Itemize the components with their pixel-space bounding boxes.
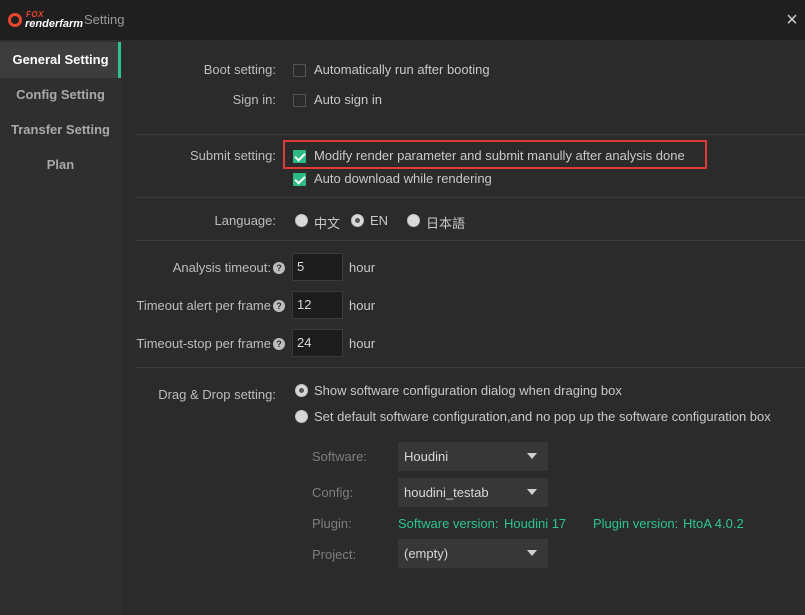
analysis-timeout-label: Analysis timeout: bbox=[172, 260, 271, 275]
section-divider bbox=[136, 367, 805, 368]
language-option-en: EN bbox=[370, 213, 389, 228]
auto-sign-in-text: Auto sign in bbox=[314, 92, 382, 107]
language-radio-en[interactable] bbox=[351, 214, 364, 227]
drag-drop-label: Drag & Drop setting: bbox=[158, 387, 276, 402]
drag-drop-option-default: Set default software configuration,and n… bbox=[314, 409, 771, 424]
chevron-down-icon bbox=[527, 550, 537, 556]
language-radio-ja[interactable] bbox=[407, 214, 420, 227]
auto-sign-in-checkbox[interactable] bbox=[293, 94, 306, 107]
help-icon[interactable]: ? bbox=[273, 338, 285, 350]
software-version-label: Software version: bbox=[398, 516, 499, 531]
config-label: Config: bbox=[312, 485, 354, 500]
logo-renderfarm-text: renderfarm bbox=[25, 18, 84, 30]
help-icon[interactable]: ? bbox=[273, 300, 285, 312]
plugin-version-label: Plugin version: bbox=[593, 516, 679, 531]
app-logo: FOX renderfarm bbox=[8, 10, 84, 32]
sidebar-item-config-setting[interactable]: Config Setting bbox=[0, 77, 121, 113]
chevron-down-icon bbox=[527, 453, 537, 459]
sign-in-label: Sign in: bbox=[232, 92, 276, 107]
modify-render-text: Modify render parameter and submit manul… bbox=[314, 148, 685, 163]
analysis-timeout-unit: hour bbox=[349, 260, 376, 275]
software-label: Software: bbox=[312, 449, 367, 464]
project-label: Project: bbox=[312, 547, 357, 562]
plugin-version-value: HtoA 4.0.2 bbox=[683, 516, 744, 531]
section-divider bbox=[136, 134, 805, 135]
software-select-value: Houdini bbox=[404, 449, 449, 464]
sidebar-item-general-setting[interactable]: General Setting bbox=[0, 42, 121, 78]
chevron-down-icon bbox=[527, 489, 537, 495]
timeout-alert-label: Timeout alert per frame bbox=[136, 298, 271, 313]
auto-download-checkbox[interactable] bbox=[293, 173, 306, 186]
sidebar-item-plan[interactable]: Plan bbox=[0, 147, 121, 183]
config-select[interactable]: houdini_testab bbox=[398, 478, 548, 507]
section-divider bbox=[136, 240, 805, 241]
section-divider bbox=[136, 197, 805, 198]
drag-drop-option-show: Show software configuration dialog when … bbox=[314, 383, 622, 398]
drag-drop-radio-show[interactable] bbox=[295, 384, 308, 397]
config-select-value: houdini_testab bbox=[404, 485, 489, 500]
language-radio-zh[interactable] bbox=[295, 214, 308, 227]
drag-drop-radio-default[interactable] bbox=[295, 410, 308, 423]
auto-download-text: Auto download while rendering bbox=[314, 171, 492, 186]
logo-ring-icon bbox=[8, 13, 22, 27]
sidebar-item-transfer-setting[interactable]: Transfer Setting bbox=[0, 112, 121, 148]
software-version-value: Houdini 17 bbox=[504, 516, 567, 531]
project-select[interactable]: (empty) bbox=[398, 539, 548, 568]
close-icon[interactable]: × bbox=[780, 8, 804, 32]
modify-render-checkbox[interactable] bbox=[293, 150, 306, 163]
timeout-alert-unit: hour bbox=[349, 298, 376, 313]
auto-run-checkbox[interactable] bbox=[293, 64, 306, 77]
language-label: Language: bbox=[214, 213, 276, 228]
timeout-alert-input[interactable]: 12 bbox=[292, 291, 343, 319]
auto-run-text: Automatically run after booting bbox=[314, 62, 490, 77]
window-title: Setting bbox=[84, 12, 125, 27]
title-bar: FOX renderfarm Setting × bbox=[0, 0, 805, 40]
timeout-stop-input[interactable]: 24 bbox=[292, 329, 343, 357]
timeout-stop-unit: hour bbox=[349, 336, 376, 351]
help-icon[interactable]: ? bbox=[273, 262, 285, 274]
timeout-stop-label: Timeout-stop per frame bbox=[136, 336, 271, 351]
software-select[interactable]: Houdini bbox=[398, 442, 548, 471]
boot-setting-label: Boot setting: bbox=[203, 62, 276, 77]
submit-setting-label: Submit setting: bbox=[190, 148, 276, 163]
language-option-ja: 日本語 bbox=[426, 216, 466, 231]
plugin-label: Plugin: bbox=[312, 516, 352, 531]
project-select-value: (empty) bbox=[404, 546, 449, 561]
sidebar: General Setting Config Setting Transfer … bbox=[0, 40, 121, 615]
language-option-zh: 中文 bbox=[314, 216, 341, 231]
analysis-timeout-input[interactable]: 5 bbox=[292, 253, 343, 281]
